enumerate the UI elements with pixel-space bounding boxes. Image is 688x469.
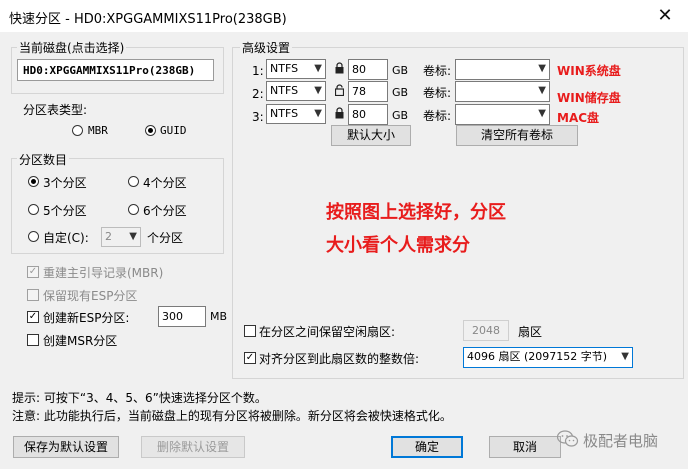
ok-button[interactable]: 确定 [391, 436, 463, 458]
save-default-button[interactable]: 保存为默认设置 [13, 436, 119, 458]
six-partitions-label: 6个分区 [143, 204, 187, 218]
guid-radio[interactable] [145, 125, 156, 136]
chevron-down-icon: ▼ [538, 108, 546, 119]
wechat-icon [557, 430, 579, 447]
five-partitions-label: 5个分区 [43, 204, 87, 218]
free-sectors-unit: 扇区 [518, 325, 543, 339]
row3-volume-select[interactable]: ▼ [455, 104, 550, 125]
keep-esp-checkbox[interactable] [27, 289, 39, 301]
align-sectors-value: 4096 扇区 (2097152 字节) [467, 350, 608, 363]
close-icon[interactable]: ✕ [642, 0, 688, 32]
watermark-text: 极配者电脑 [583, 432, 659, 450]
row1-fs-value: NTFS [270, 62, 299, 75]
row2-fs-select[interactable]: NTFS ▼ [266, 81, 326, 101]
current-disk-label: 当前磁盘(点击选择) [17, 39, 127, 56]
create-msr-checkbox[interactable] [27, 334, 39, 346]
custom-partition-count-value: 2 [105, 230, 112, 243]
rebuild-mbr-label: 重建主引导记录(MBR) [43, 266, 164, 280]
row1-volume-label: 卷标: [423, 64, 452, 78]
tip-text: 提示: 可按下“3、4、5、6”快速选择分区个数。 [12, 391, 267, 405]
instruction-line-2: 大小看个人需求分 [326, 235, 470, 256]
three-partitions-radio[interactable] [28, 176, 39, 187]
chevron-down-icon: ▼ [538, 85, 546, 96]
custom-partitions-suffix: 个分区 [147, 231, 184, 245]
row1-volume-select[interactable]: ▼ [455, 59, 550, 80]
clear-all-labels-button[interactable]: 清空所有卷标 [456, 125, 578, 146]
row3-size-input[interactable]: 80 [348, 104, 388, 125]
row2-volume-label: 卷标: [423, 86, 452, 100]
chevron-down-icon: ▼ [314, 85, 322, 96]
row3-size-unit: GB [392, 109, 409, 122]
default-size-button[interactable]: 默认大小 [331, 125, 411, 146]
partition-table-label: 分区表类型: [23, 103, 88, 117]
chevron-down-icon: ▼ [129, 231, 137, 242]
unlock-icon[interactable] [335, 84, 344, 96]
row1-annotation: WIN系统盘 [557, 64, 621, 78]
row2-fs-value: NTFS [270, 84, 299, 97]
delete-default-button[interactable]: 删除默认设置 [141, 436, 245, 458]
row2-size-unit: GB [392, 86, 409, 99]
partition-count-label: 分区数目 [17, 151, 70, 168]
esp-size-input[interactable]: 300 [158, 306, 206, 327]
row1-fs-select[interactable]: NTFS ▼ [266, 59, 326, 79]
five-partitions-radio[interactable] [28, 204, 39, 215]
align-sectors-checkbox[interactable]: ✓ [244, 352, 256, 364]
row3-annotation: MAC盘 [557, 111, 600, 125]
quick-partition-dialog: 快速分区 - HD0:XPGGAMMIXS11Pro(238GB) ✕ 当前磁盘… [0, 0, 688, 469]
row1-size-input[interactable]: 80 [348, 59, 388, 80]
row1-size-unit: GB [392, 64, 409, 77]
row2-annotation: WIN储存盘 [557, 91, 621, 105]
warning-text: 注意: 此功能执行后，当前磁盘上的现有分区将被删除。新分区将会被快速格式化。 [12, 409, 452, 423]
guid-radio-label: GUID [160, 124, 187, 137]
create-esp-checkbox[interactable]: ✓ [27, 311, 39, 323]
align-sectors-select[interactable]: 4096 扇区 (2097152 字节) ▼ [463, 347, 633, 368]
row3-fs-value: NTFS [270, 107, 299, 120]
align-sectors-label: 对齐分区到此扇区数的整数倍: [259, 352, 420, 366]
chevron-down-icon: ▼ [538, 63, 546, 74]
custom-partitions-radio[interactable] [28, 231, 39, 242]
row2-size-input[interactable]: 78 [348, 81, 388, 102]
chevron-down-icon: ▼ [314, 63, 322, 74]
row3-index: 3: [252, 110, 264, 124]
instruction-line-1: 按照图上选择好，分区 [326, 202, 506, 223]
window-title: 快速分区 - HD0:XPGGAMMIXS11Pro(238GB) [9, 12, 287, 27]
mbr-radio-label: MBR [88, 124, 108, 137]
keep-free-sectors-label: 在分区之间保留空闲扇区: [259, 325, 396, 339]
current-disk-selector[interactable]: HD0:XPGGAMMIXS11Pro(238GB) [17, 59, 214, 81]
lock-icon[interactable] [335, 62, 344, 74]
esp-size-unit: MB [210, 310, 228, 323]
row2-volume-select[interactable]: ▼ [455, 81, 550, 102]
rebuild-mbr-checkbox[interactable]: ✓ [27, 266, 39, 278]
free-sectors-input[interactable]: 2048 [463, 320, 509, 341]
four-partitions-label: 4个分区 [143, 176, 187, 190]
row2-index: 2: [252, 87, 264, 101]
row1-index: 1: [252, 64, 264, 78]
row3-fs-select[interactable]: NTFS ▼ [266, 104, 326, 124]
custom-partition-count-select[interactable]: 2 ▼ [101, 227, 141, 247]
keep-esp-label: 保留现有ESP分区 [43, 289, 138, 303]
keep-free-sectors-checkbox[interactable] [244, 325, 256, 337]
three-partitions-label: 3个分区 [43, 176, 87, 190]
advanced-settings-label: 高级设置 [240, 39, 293, 56]
cancel-button[interactable]: 取消 [489, 436, 561, 458]
create-msr-label: 创建MSR分区 [43, 334, 118, 348]
six-partitions-radio[interactable] [128, 204, 139, 215]
mbr-radio[interactable] [72, 125, 83, 136]
create-esp-label: 创建新ESP分区: [43, 311, 130, 325]
chevron-down-icon: ▼ [314, 108, 322, 119]
custom-partitions-label: 自定(C): [43, 231, 89, 245]
lock-icon[interactable] [335, 107, 344, 119]
four-partitions-radio[interactable] [128, 176, 139, 187]
row3-volume-label: 卷标: [423, 109, 452, 123]
title-bar: 快速分区 - HD0:XPGGAMMIXS11Pro(238GB) ✕ [0, 0, 688, 32]
chevron-down-icon: ▼ [621, 351, 629, 362]
